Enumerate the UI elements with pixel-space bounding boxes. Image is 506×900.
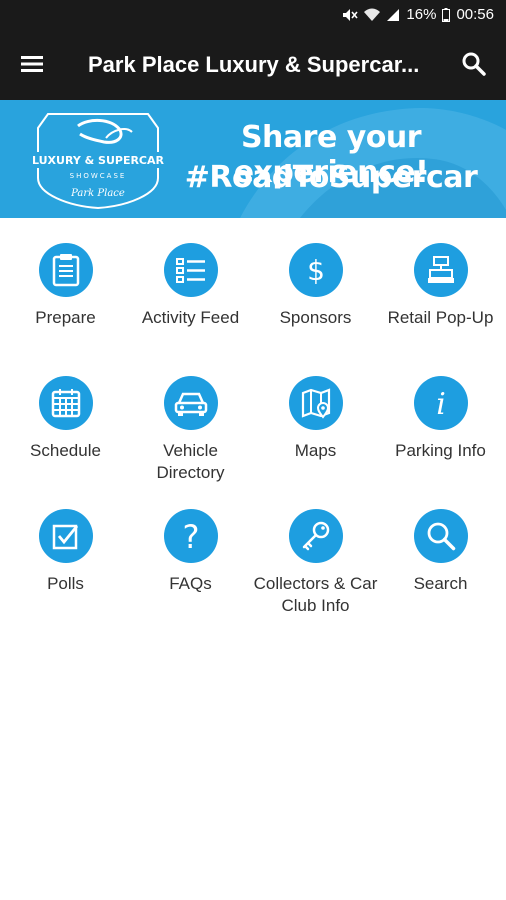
- tile-polls[interactable]: Polls: [3, 509, 128, 595]
- tile-label: Retail Pop-Up: [387, 308, 494, 327]
- tile-circle: $: [288, 243, 343, 297]
- tile-prepare[interactable]: Prepare: [3, 243, 128, 329]
- showcase-logo: LUXURY & SUPERCAR SHOWCASE Park Place: [28, 108, 168, 210]
- tile-label: Maps: [294, 441, 337, 460]
- tile-circle: [288, 509, 343, 563]
- tile-sponsors[interactable]: $ Sponsors: [253, 243, 378, 329]
- tile-parking-info[interactable]: i Parking Info: [378, 376, 503, 462]
- tile-circle: i: [413, 376, 468, 430]
- tile-circle: [38, 376, 93, 430]
- battery-icon: [442, 7, 451, 22]
- clock: 00:56: [456, 6, 494, 23]
- svg-text:?: ?: [182, 518, 199, 554]
- dollar-icon: $: [307, 254, 325, 287]
- clipboard-icon: [52, 254, 79, 287]
- app-bar: Park Place Luxury & Supercar...: [0, 30, 506, 100]
- wifi-icon: [364, 8, 381, 21]
- tile-vehicle-directory[interactable]: Vehicle Directory: [128, 376, 253, 484]
- tile-circle: [163, 376, 218, 430]
- tile-label: Sponsors: [279, 308, 352, 327]
- promo-banner[interactable]: LUXURY & SUPERCAR SHOWCASE Park Place Sh…: [0, 100, 506, 218]
- tile-collectors-car-club[interactable]: Collectors & Car Club Info: [253, 509, 378, 617]
- svg-text:LUXURY & SUPERCAR: LUXURY & SUPERCAR: [32, 154, 165, 167]
- hamburger-icon: [21, 56, 43, 72]
- svg-text:Park Place: Park Place: [70, 188, 125, 199]
- svg-text:$: $: [307, 254, 325, 287]
- tile-label: Prepare: [35, 308, 96, 327]
- car-icon: [174, 392, 207, 416]
- tile-label: Collectors & Car Club Info: [253, 574, 378, 615]
- tile-retail-popup[interactable]: Retail Pop-Up: [378, 243, 503, 329]
- mute-icon: [343, 8, 359, 21]
- tile-label: Search: [413, 574, 468, 593]
- tile-activity-feed[interactable]: Activity Feed: [128, 243, 253, 329]
- question-icon: ?: [182, 518, 199, 554]
- tile-faqs[interactable]: ? FAQs: [128, 509, 253, 595]
- search-button[interactable]: [460, 50, 490, 80]
- svg-text:i: i: [436, 387, 446, 420]
- checkbox-icon: [52, 524, 78, 550]
- map-icon: [301, 388, 330, 419]
- tile-label: Activity Feed: [141, 308, 240, 327]
- tile-circle: [413, 243, 468, 297]
- svg-text:SHOWCASE: SHOWCASE: [70, 172, 127, 180]
- app-title: Park Place Luxury & Supercar...: [88, 52, 420, 77]
- tile-maps[interactable]: Maps: [253, 376, 378, 462]
- calendar-icon: [51, 389, 80, 418]
- tile-label: Vehicle Directory: [156, 441, 225, 482]
- tile-circle: [413, 509, 468, 563]
- signal-icon: [387, 8, 400, 21]
- magnifier-icon: [427, 522, 455, 551]
- tile-label: Schedule: [30, 441, 101, 460]
- info-icon: i: [436, 387, 446, 420]
- battery-percent: 16%: [406, 6, 437, 23]
- tile-circle: [288, 376, 343, 430]
- banner-hashtag: #RoadToSupercar: [184, 160, 478, 195]
- tile-circle: ?: [163, 509, 218, 563]
- list-icon: [175, 258, 205, 283]
- tile-circle: [163, 243, 218, 297]
- tile-schedule[interactable]: Schedule: [3, 376, 128, 462]
- tile-search[interactable]: Search: [378, 509, 503, 595]
- search-icon: [462, 52, 486, 76]
- register-icon: [427, 256, 454, 283]
- tile-label: FAQs: [169, 574, 212, 593]
- tile-label: Parking Info: [395, 441, 486, 460]
- tile-circle: [38, 243, 93, 297]
- key-icon: [302, 521, 329, 551]
- status-bar: 16% 00:56: [0, 0, 506, 30]
- tile-label: Polls: [47, 574, 84, 593]
- tile-circle: [38, 509, 93, 563]
- menu-button[interactable]: [18, 50, 48, 80]
